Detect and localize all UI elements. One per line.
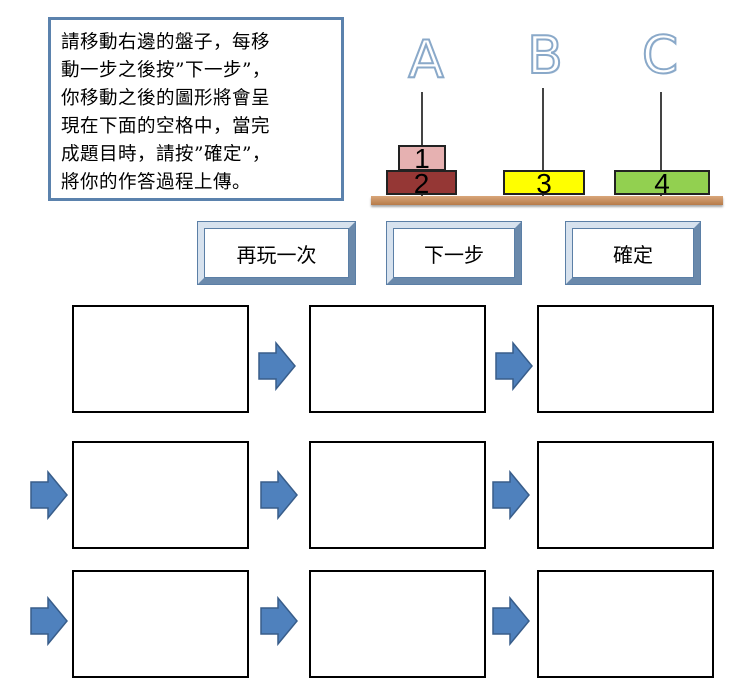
step-frame-7 [72, 570, 249, 678]
next-step-button-label: 下一步 [393, 228, 515, 278]
disk-2[interactable]: 2 [386, 170, 457, 198]
instruction-line: 成題目時，請按”確定”， [61, 144, 271, 165]
step-frame-9 [537, 570, 714, 678]
confirm-button[interactable]: 確定 [565, 221, 701, 285]
instruction-line: 你移動之後的圖形將會呈 [61, 88, 271, 109]
step-frame-3 [537, 305, 714, 413]
peg-label-a: A [407, 30, 445, 90]
step-frame-1 [72, 305, 249, 413]
right-arrow-icon [492, 470, 530, 520]
step-frame-2 [309, 305, 486, 413]
peg-label-b: B [526, 26, 564, 86]
next-step-button[interactable]: 下一步 [386, 221, 522, 285]
instruction-line: 將你的作答過程上傳。 [61, 172, 252, 193]
right-arrow-icon [260, 596, 298, 646]
instruction-line: 請移動右邊的盤子，每移 [61, 32, 271, 53]
instruction-line: 現在下面的空格中，當完 [61, 116, 271, 137]
right-arrow-icon [30, 596, 68, 646]
step-frame-5 [309, 441, 486, 549]
disk-4[interactable]: 4 [614, 170, 710, 198]
confirm-button-label: 確定 [572, 228, 694, 278]
right-arrow-icon [260, 470, 298, 520]
replay-button-label: 再玩一次 [204, 228, 349, 278]
replay-button[interactable]: 再玩一次 [197, 221, 356, 285]
step-frame-4 [72, 441, 249, 549]
step-frame-8 [309, 570, 486, 678]
peg-label-c: C [641, 26, 679, 86]
right-arrow-icon [258, 341, 296, 391]
step-frame-6 [537, 441, 714, 549]
right-arrow-icon [30, 470, 68, 520]
instruction-line: 動一步之後按”下一步”， [61, 60, 271, 81]
right-arrow-icon [492, 596, 530, 646]
instructions-box: 請移動右邊的盤子，每移 動一步之後按”下一步”， 你移動之後的圖形將會呈 現在下… [48, 17, 344, 201]
right-arrow-icon [495, 341, 533, 391]
disk-3[interactable]: 3 [503, 170, 585, 198]
